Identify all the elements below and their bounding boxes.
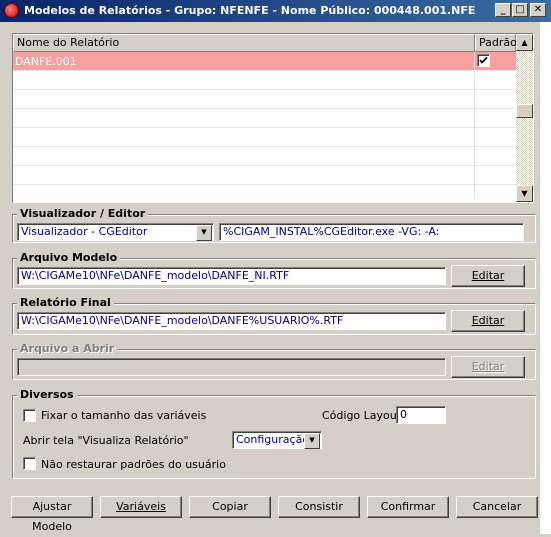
cancel-button[interactable]: Cancelar — [456, 496, 538, 518]
misc-group-label: Diversos — [17, 388, 77, 401]
adjust-model-button[interactable]: Ajustar Modelo — [11, 496, 93, 533]
default-checkbox[interactable] — [477, 54, 490, 67]
vertical-scrollbar[interactable]: ▲ ▼ — [516, 34, 533, 202]
check-button[interactable]: Consistir — [278, 496, 360, 518]
edit-open-label: Editar — [471, 360, 505, 373]
close-button[interactable]: ✕ — [530, 3, 546, 17]
layout-code-field[interactable]: 0 — [396, 406, 446, 424]
final-report-label: Relatório Final — [17, 296, 114, 309]
fix-size-checkbox[interactable] — [23, 409, 36, 422]
viewer-select[interactable]: Visualizador - CGEditor ▼ — [17, 223, 214, 241]
check-icon — [479, 56, 488, 64]
model-file-label: Arquivo Modelo — [17, 251, 121, 264]
open-screen-label: Abrir tela "Visualiza Relatório" — [23, 434, 189, 447]
report-grid[interactable]: Nome do Relatório Padrão DANFE.001 ▲ ▼ — [12, 33, 534, 203]
edit-model-button[interactable]: Editar — [451, 265, 525, 287]
scroll-track[interactable] — [516, 51, 533, 185]
title-bar[interactable]: Modelos de Relatórios - Grupo: NFENFE - … — [0, 0, 551, 22]
copy-label: Copiar — [212, 500, 248, 513]
column-header-default[interactable]: Padrão — [475, 34, 517, 52]
check-label: Consistir — [295, 500, 343, 513]
viewer-group-label: Visualizador / Editor — [17, 207, 149, 220]
layout-code-label: Código Layout — [322, 409, 402, 422]
table-row[interactable] — [13, 147, 516, 166]
fix-size-label: Fixar o tamanho das variáveis — [41, 409, 207, 422]
table-row[interactable] — [13, 166, 516, 185]
edit-open-button: Editar — [451, 356, 525, 378]
maximize-button[interactable]: □ — [512, 3, 528, 17]
final-report-path[interactable]: W:\CIGAMe10\NFe\DANFE_modelo\DANFE%USUAR… — [17, 312, 446, 330]
viewer-select-value: Visualizador - CGEditor — [21, 225, 148, 238]
table-row[interactable] — [13, 109, 516, 128]
open-screen-value: Configuração — [236, 433, 310, 446]
no-restore-label: Não restaurar padrões do usuário — [41, 458, 226, 471]
edit-model-label: Editar — [471, 269, 505, 282]
window-title: Modelos de Relatórios - Grupo: NFENFE - … — [24, 4, 476, 17]
scroll-thumb[interactable] — [516, 104, 533, 118]
report-name: DANFE.001 — [15, 55, 77, 68]
scroll-up-icon[interactable]: ▲ — [516, 34, 533, 51]
chevron-down-icon[interactable]: ▼ — [304, 433, 320, 449]
variables-label: Variáveis — [116, 500, 166, 513]
app-icon — [4, 3, 19, 18]
table-row[interactable] — [13, 128, 516, 147]
no-restore-checkbox[interactable] — [23, 457, 36, 470]
column-header-name[interactable]: Nome do Relatório — [13, 34, 475, 52]
minimize-button[interactable]: _ — [495, 3, 511, 17]
open-file-label: Arquivo a Abrir — [17, 342, 118, 355]
cancel-label: Cancelar — [472, 500, 522, 513]
adjust-model-label: Ajustar Modelo — [32, 500, 72, 533]
open-screen-select[interactable]: Configuração ▼ — [232, 431, 322, 449]
edit-final-button[interactable]: Editar — [451, 310, 525, 332]
confirm-label: Confirmar — [380, 500, 436, 513]
edit-final-label: Editar — [471, 314, 505, 327]
background-window-edge — [540, 22, 551, 534]
table-row[interactable]: DANFE.001 — [13, 52, 516, 71]
viewer-command-field[interactable]: %CIGAM_INSTAL%CGEditor.exe -VG: -A: — [219, 223, 524, 241]
model-file-path[interactable]: W:\CIGAMe10\NFe\DANFE_modelo\DANFE_NI.RT… — [17, 267, 446, 285]
table-row[interactable] — [13, 71, 516, 90]
copy-button[interactable]: Copiar — [189, 496, 271, 518]
open-file-path — [17, 358, 446, 376]
confirm-button[interactable]: Confirmar — [367, 496, 449, 518]
table-row[interactable] — [13, 185, 516, 202]
chevron-down-icon[interactable]: ▼ — [196, 225, 212, 241]
variables-button[interactable]: Variáveis — [100, 496, 182, 518]
scroll-down-icon[interactable]: ▼ — [516, 185, 533, 202]
table-row[interactable] — [13, 90, 516, 109]
